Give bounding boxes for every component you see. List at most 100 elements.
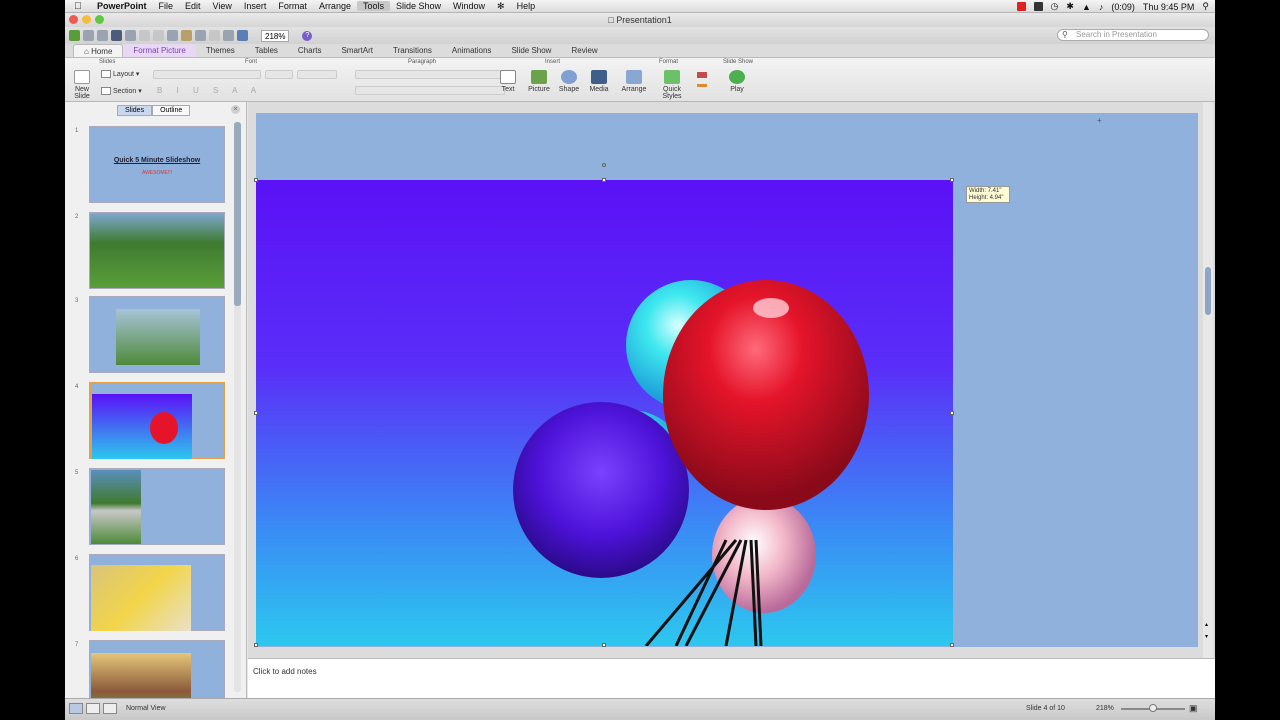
resize-handle[interactable] [602,178,606,182]
paragraph-align-controls[interactable] [355,86,505,95]
slide-thumbnail-6[interactable] [89,554,225,631]
resize-handle[interactable] [602,643,606,647]
save-icon[interactable] [111,30,122,41]
layout-button[interactable]: Layout ▾ [101,70,139,79]
time-machine-icon[interactable]: ◷ [1051,1,1059,12]
clock[interactable]: Thu 9:45 PM [1143,2,1195,12]
apple-menu-icon[interactable]:  [65,1,91,12]
volume-icon[interactable]: ♪ [1099,2,1104,12]
menu-help[interactable]: Help [511,1,542,11]
tab-slide-show[interactable]: Slide Show [501,44,561,57]
minimize-window-button[interactable] [82,15,91,24]
fill-color-button[interactable] [695,70,709,87]
script-menu-icon[interactable]: ✻ [491,1,511,12]
paste-icon[interactable] [167,30,178,41]
tab-animations[interactable]: Animations [442,44,502,57]
new-slide-button[interactable]: New Slide [67,70,97,100]
menu-edit[interactable]: Edit [179,1,207,11]
notes-pane[interactable]: Click to add notes [248,658,1215,698]
gallery-icon[interactable] [83,30,94,41]
font-style-buttons[interactable]: B I U S A A [157,86,262,95]
next-slide-icon[interactable]: ▾ [1205,633,1208,640]
tab-home[interactable]: ⌂ Home [73,44,124,57]
redo-icon[interactable] [209,30,220,41]
text-button[interactable]: Text [497,70,519,93]
picture-button[interactable]: Picture [525,70,553,93]
shape-button[interactable]: Shape [555,70,583,93]
print-icon[interactable] [125,30,136,41]
extension-icon[interactable] [1033,2,1043,11]
slide-sorter-view-icon[interactable] [86,703,100,714]
record-status-icon[interactable] [1016,2,1026,11]
slide-thumbnail-3[interactable] [89,296,225,373]
tab-transitions[interactable]: Transitions [383,44,442,57]
normal-view-icon[interactable] [69,703,83,714]
spotlight-icon[interactable]: ⚲ [1202,1,1209,12]
paragraph-list-controls[interactable] [355,70,505,79]
arrange-button[interactable]: Arrange [619,70,649,93]
cut-icon[interactable] [139,30,150,41]
rotate-handle[interactable] [602,163,606,167]
bluetooth-icon[interactable]: ✱ [1066,1,1074,12]
slide-thumbnail-5[interactable] [89,468,225,545]
slide-sorter-icon[interactable] [223,30,234,41]
resize-handle[interactable] [950,411,954,415]
menu-tools[interactable]: Tools [356,1,390,11]
menu-window[interactable]: Window [447,1,491,11]
zoom-window-button[interactable] [95,15,104,24]
copy-icon[interactable] [153,30,164,41]
menu-insert[interactable]: Insert [238,1,273,11]
slideshow-view-icon[interactable] [103,703,117,714]
slide-thumbnail-4[interactable] [89,382,225,459]
resize-handle[interactable] [950,643,954,647]
fit-to-window-icon[interactable]: ▣ [1189,703,1198,714]
scrollbar-thumb[interactable] [234,122,241,306]
zoom-slider[interactable] [1121,704,1185,712]
menu-app[interactable]: PowerPoint [91,1,153,11]
tab-tables[interactable]: Tables [245,44,288,57]
scrollbar-thumb[interactable] [1205,267,1211,315]
media-button[interactable]: Media [585,70,613,93]
quick-styles-button[interactable]: Quick Styles [653,70,691,100]
battery-status[interactable]: (0:09) [1111,2,1135,12]
selected-picture[interactable] [256,180,953,646]
current-slide[interactable]: Width: 7.41" Height: 4.94" + [254,113,1198,647]
zoom-dropdown[interactable]: 218% [261,29,290,42]
resize-handle[interactable] [254,411,258,415]
slide-thumbnail-2[interactable] [89,212,225,289]
close-window-button[interactable] [69,15,78,24]
tab-review[interactable]: Review [561,44,607,57]
editor-scrollbar[interactable]: ▴ ▾ [1203,102,1213,658]
wifi-icon[interactable]: ▲ [1082,2,1091,12]
menu-file[interactable]: File [153,1,180,11]
menu-arrange[interactable]: Arrange [313,1,357,11]
menu-slide-show[interactable]: Slide Show [390,1,447,11]
new-document-icon[interactable] [69,30,80,41]
previous-slide-icon[interactable]: ▴ [1205,621,1208,628]
resize-handle[interactable] [254,643,258,647]
search-input[interactable]: ⚲ Search in Presentation [1057,29,1209,41]
undo-icon[interactable] [195,30,206,41]
tab-format-picture[interactable]: Format Picture [123,44,196,57]
resize-handle[interactable] [950,178,954,182]
help-icon[interactable]: ? [302,30,313,41]
slideshow-toolbar-icon[interactable] [237,30,248,41]
resize-handle[interactable] [254,178,258,182]
font-size-dropdown[interactable] [265,70,293,79]
zoom-slider-thumb[interactable] [1149,704,1157,712]
font-grow-shrink[interactable] [297,70,337,79]
tab-charts[interactable]: Charts [288,44,332,57]
format-painter-icon[interactable] [181,30,192,41]
tab-smartart[interactable]: SmartArt [331,44,383,57]
play-button[interactable]: Play [725,70,749,93]
slides-pane-scrollbar[interactable] [234,122,241,692]
pane-close-icon[interactable]: × [231,105,240,114]
tab-outline[interactable]: Outline [152,105,191,116]
open-icon[interactable] [97,30,108,41]
menu-format[interactable]: Format [272,1,313,11]
font-name-dropdown[interactable] [153,70,261,79]
slide-thumbnail-1[interactable]: Quick 5 Minute Slideshow AWESOME!!! [89,126,225,203]
tab-themes[interactable]: Themes [196,44,245,57]
section-button[interactable]: Section ▾ [101,87,142,96]
tab-slides[interactable]: Slides [117,105,153,116]
